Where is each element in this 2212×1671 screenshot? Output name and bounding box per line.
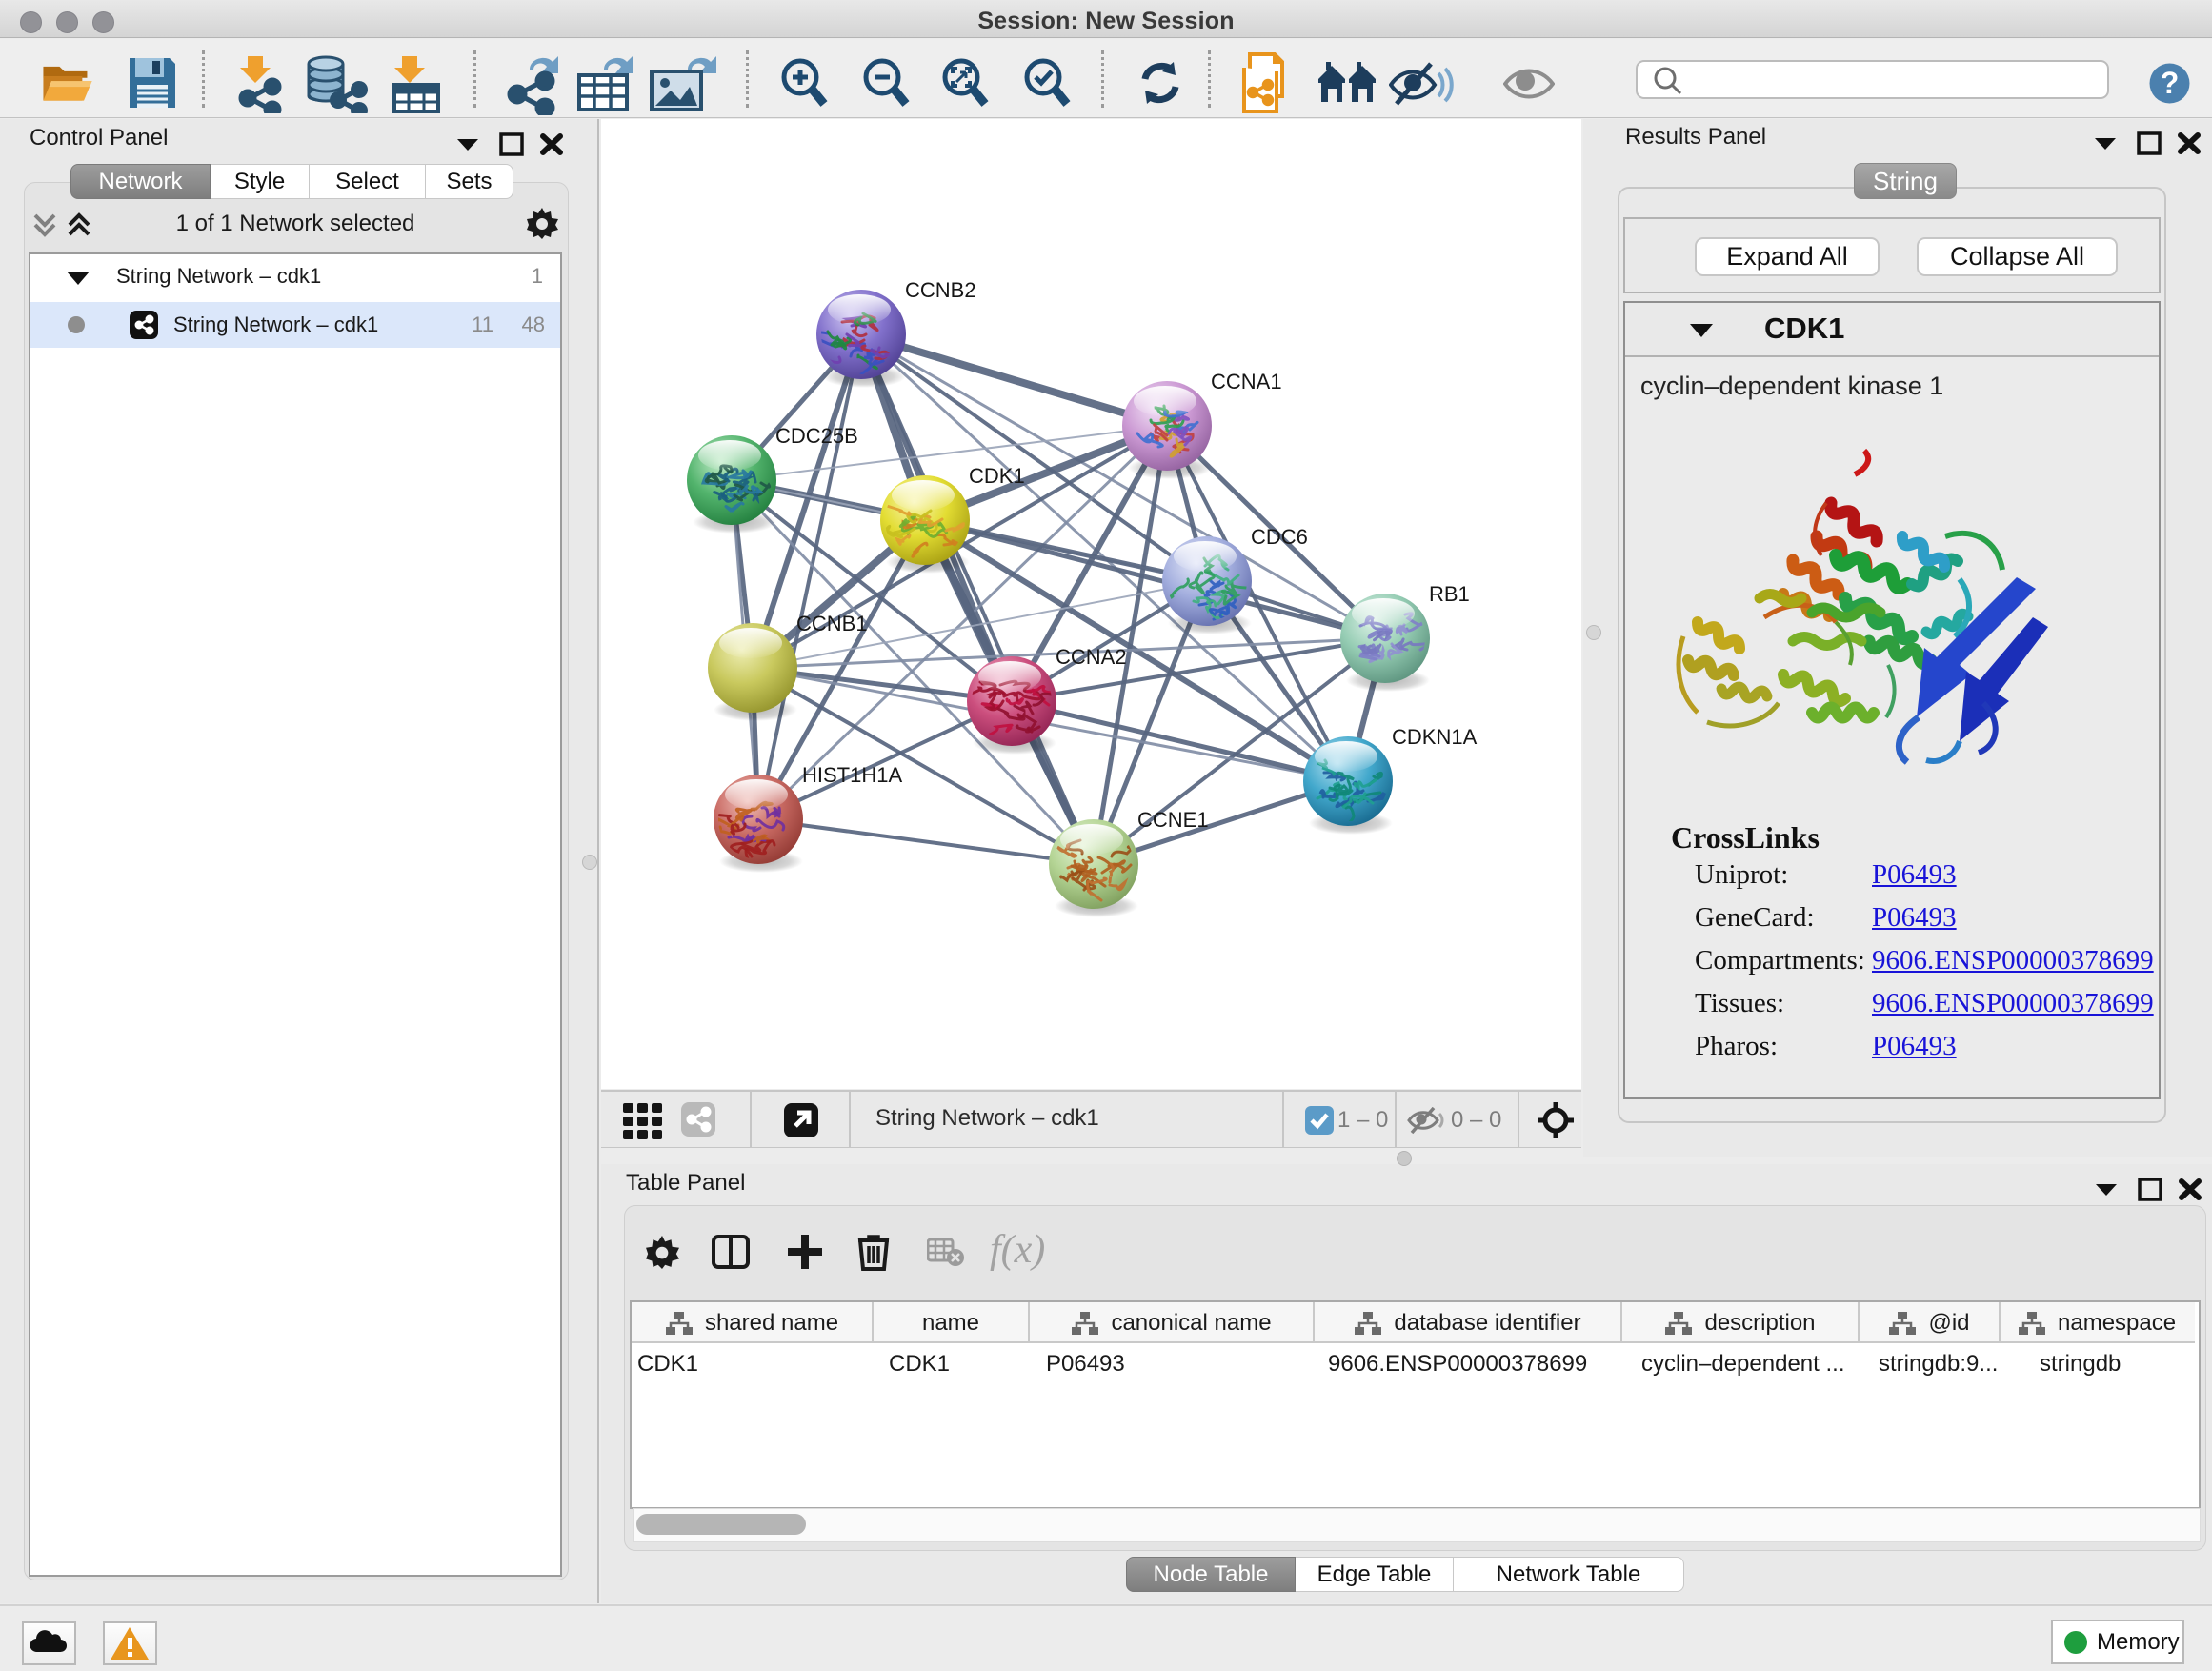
- svg-text:CCNA1: CCNA1: [1211, 370, 1282, 393]
- svg-text:CDC25B: CDC25B: [775, 424, 858, 448]
- svg-text:?: ?: [2161, 66, 2180, 100]
- svg-text:CCNB2: CCNB2: [905, 278, 976, 302]
- svg-text:RB1: RB1: [1429, 582, 1470, 606]
- svg-text:CCNE1: CCNE1: [1137, 808, 1209, 832]
- svg-text:HIST1H1A: HIST1H1A: [802, 763, 902, 787]
- svg-text:CDC6: CDC6: [1251, 525, 1308, 549]
- svg-text:CDKN1A: CDKN1A: [1392, 725, 1478, 749]
- svg-text:CDK1: CDK1: [969, 464, 1025, 488]
- svg-text:CCNA2: CCNA2: [1056, 645, 1127, 669]
- svg-text:CCNB1: CCNB1: [796, 612, 868, 635]
